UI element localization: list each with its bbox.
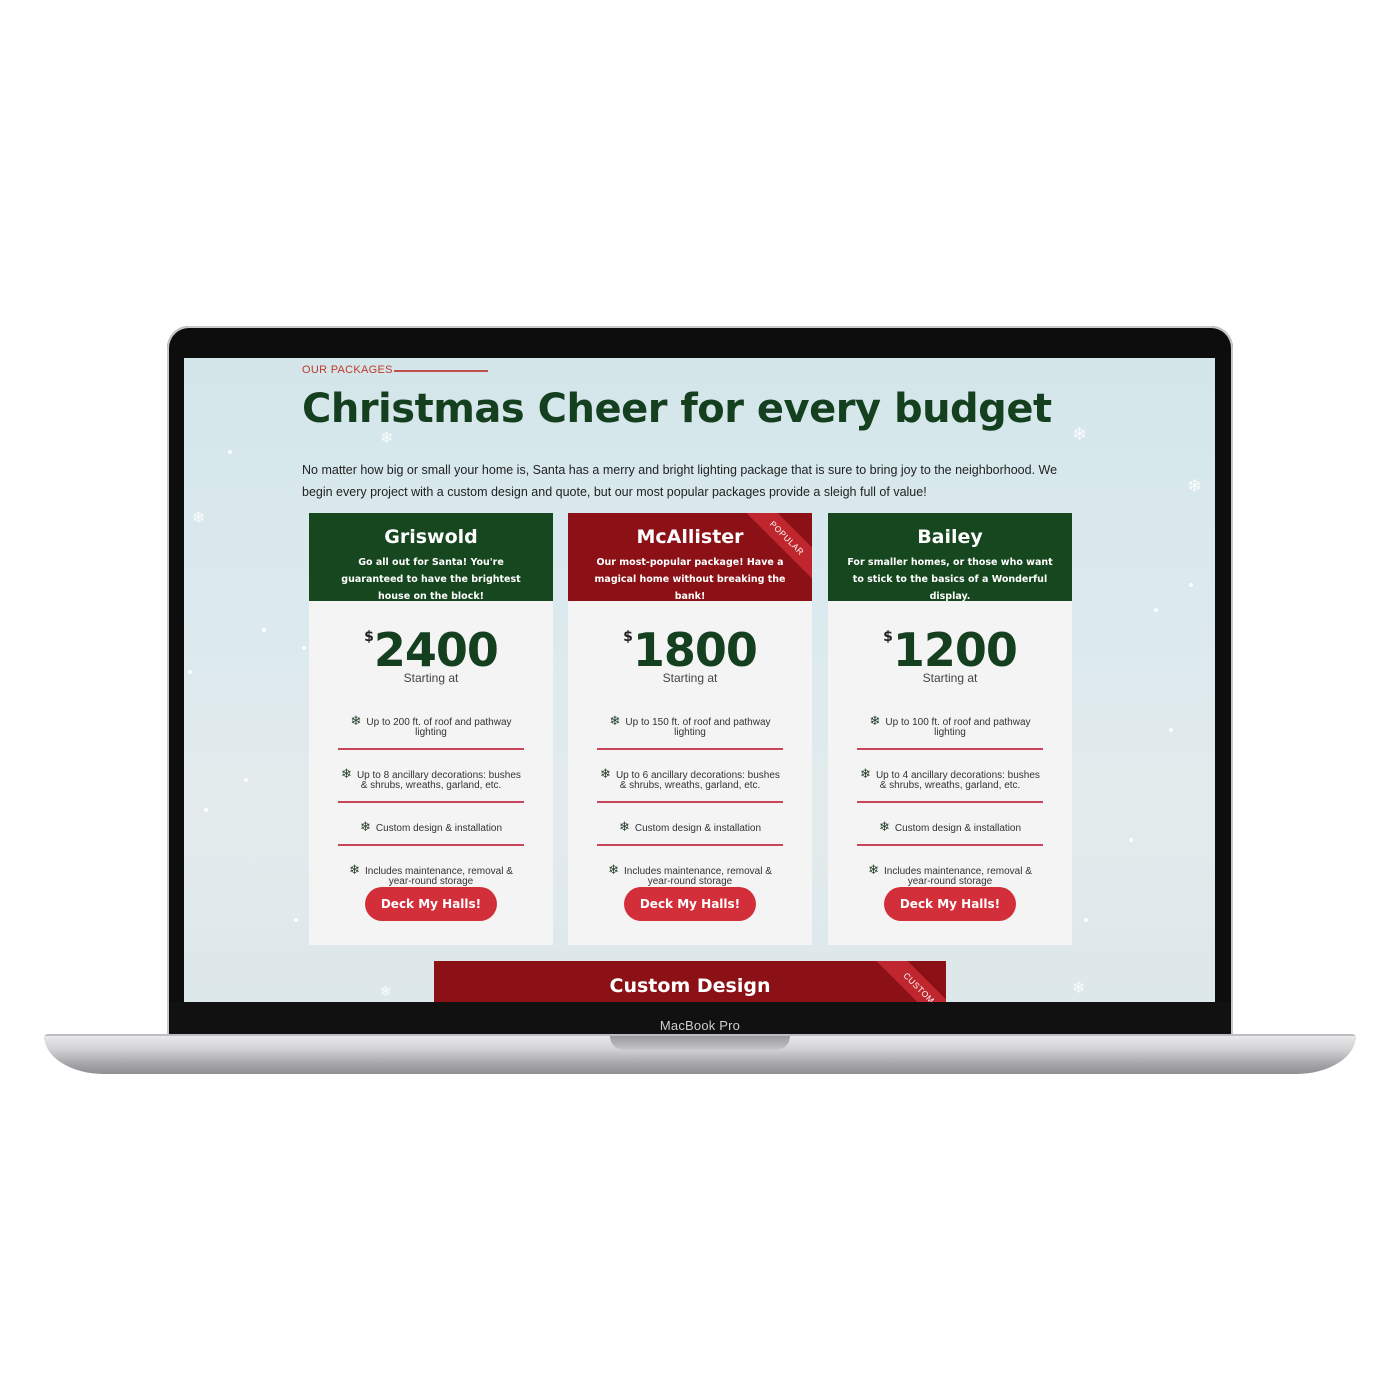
price-amount: 2400 <box>373 623 499 677</box>
deck-my-halls-button[interactable]: Deck My Halls! <box>624 887 756 921</box>
feature-item: ❄ Up to 150 ft. of roof and pathway light… <box>597 711 783 750</box>
feature-item: ❄ Up to 6 ancillary decorations: bushes &… <box>597 764 783 803</box>
feature-item: ❄ Custom design & installation <box>597 817 783 846</box>
feature-list: ❄ Up to 150 ft. of roof and pathway light… <box>568 711 812 897</box>
deck-my-halls-button[interactable]: Deck My Halls! <box>365 887 497 921</box>
feature-text: Includes maintenance, removal & year-rou… <box>624 866 772 887</box>
price-amount: 1200 <box>892 623 1018 677</box>
snowflake-icon: ❄ <box>608 863 620 878</box>
feature-text: Up to 200 ft. of roof and pathway lighti… <box>366 717 512 738</box>
package-description: Go all out for Santa! You're guaranteed … <box>341 557 521 601</box>
snowflake-icon: ❄ <box>1072 424 1088 445</box>
snowflake-icon: ❄ <box>341 767 352 782</box>
feature-item: ❄ Up to 4 ancillary decorations: bushes &… <box>857 764 1043 803</box>
snowflake-icon: ❄ <box>609 714 621 729</box>
price-note: Starting at <box>662 671 718 685</box>
feature-text: Up to 6 ancillary decorations: bushes & … <box>615 770 780 791</box>
snowflake-icon: ❄ <box>192 508 206 527</box>
laptop-brand-label: MacBook Pro <box>659 1018 741 1033</box>
custom-design-banner: Custom Design CUSTOM <box>434 961 946 1002</box>
feature-list: ❄ Up to 100 ft. of roof and pathway light… <box>828 711 1072 897</box>
snowflake-icon: ❄ <box>349 863 361 878</box>
eyebrow-divider <box>394 370 488 372</box>
feature-text: Custom design & installation <box>894 823 1022 834</box>
price-block: $1800 Starting at <box>568 623 812 685</box>
snowflake-icon: ❄ <box>878 820 890 835</box>
snowflake-icon: ❄ <box>380 984 392 1000</box>
section-title: Christmas Cheer for every budget <box>302 386 1052 432</box>
feature-text: Up to 8 ancillary decorations: bushes & … <box>356 770 521 791</box>
price-note: Starting at <box>403 671 459 685</box>
price-block: $2400 Starting at <box>309 623 553 685</box>
feature-item: ❄ Up to 100 ft. of roof and pathway light… <box>857 711 1043 750</box>
feature-item: ❄ Custom design & installation <box>338 817 524 846</box>
feature-list: ❄ Up to 200 ft. of roof and pathway light… <box>309 711 553 897</box>
price-currency: $ <box>883 629 893 645</box>
feature-text: Up to 100 ft. of roof and pathway lighti… <box>885 717 1031 738</box>
package-description: Our most-popular package! Have a magical… <box>594 557 786 601</box>
card-header: Griswold Go all out for Santa! You're gu… <box>309 513 553 601</box>
snowflake-icon: ❄ <box>1072 978 1086 997</box>
section-intro: No matter how big or small your home is,… <box>302 462 1058 499</box>
price-note: Starting at <box>922 671 978 685</box>
price-currency: $ <box>623 629 633 645</box>
feature-text: Custom design & installation <box>634 823 762 834</box>
feature-text: Custom design & installation <box>375 823 503 834</box>
custom-design-title: Custom Design <box>609 975 771 997</box>
snowflake-icon: ❄ <box>868 863 880 878</box>
card-header: Bailey For smaller homes, or those who w… <box>828 513 1072 601</box>
card-header: McAllister Our most-popular package! Hav… <box>568 513 812 601</box>
deck-my-halls-button[interactable]: Deck My Halls! <box>884 887 1016 921</box>
feature-text: Up to 150 ft. of roof and pathway lighti… <box>625 717 771 738</box>
package-description: For smaller homes, or those who want to … <box>847 557 1053 601</box>
price-amount: 1800 <box>632 623 758 677</box>
price-currency: $ <box>364 629 374 645</box>
feature-text: Up to 4 ancillary decorations: bushes & … <box>875 770 1040 791</box>
snowflake-icon: ❄ <box>869 714 881 729</box>
package-card-bailey: Bailey For smaller homes, or those who w… <box>828 513 1072 945</box>
feature-item: ❄ Up to 200 ft. of roof and pathway light… <box>338 711 524 750</box>
section-eyebrow: OUR PACKAGES <box>302 364 393 376</box>
package-card-mcallister: McAllister Our most-popular package! Hav… <box>568 513 812 945</box>
feature-item: ❄ Custom design & installation <box>857 817 1043 846</box>
snowflake-icon: ❄ <box>1187 476 1203 497</box>
snowflake-icon: ❄ <box>600 767 611 782</box>
snowflake-icon: ❄ <box>618 820 630 835</box>
laptop-notch <box>610 1036 790 1050</box>
feature-item: ❄ Up to 8 ancillary decorations: bushes &… <box>338 764 524 803</box>
snowflake-icon: ❄ <box>860 767 871 782</box>
feature-text: Includes maintenance, removal & year-rou… <box>365 866 513 887</box>
screen: ❄ ❄ ❄ ❄ ❄ ❄ OUR PACKAGES Christmas Cheer… <box>184 358 1215 1002</box>
snowflake-icon: ❄ <box>359 820 371 835</box>
snowflake-icon: ❄ <box>350 714 362 729</box>
package-name: Griswold <box>384 526 478 548</box>
package-name: Bailey <box>917 526 983 548</box>
price-block: $1200 Starting at <box>828 623 1072 685</box>
feature-text: Includes maintenance, removal & year-rou… <box>884 866 1032 887</box>
package-card-griswold: Griswold Go all out for Santa! You're gu… <box>309 513 553 945</box>
